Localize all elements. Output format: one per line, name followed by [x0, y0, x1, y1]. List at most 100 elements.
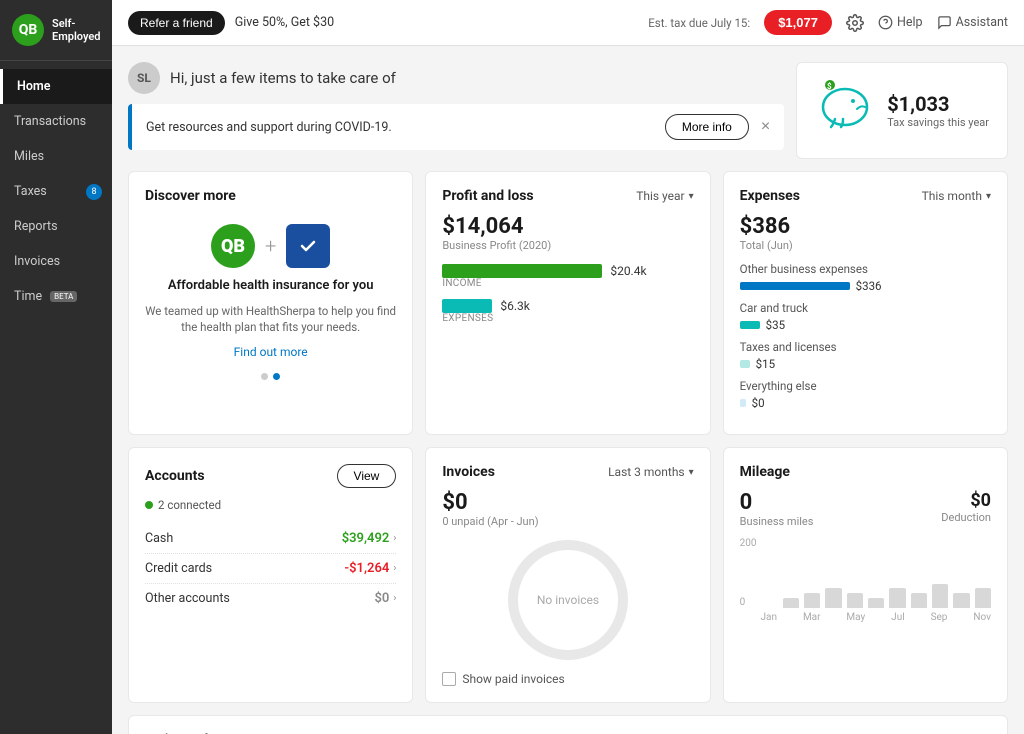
sidebar-item-label: Home [17, 79, 51, 94]
brand-name: Self-Employed [52, 17, 100, 43]
expenses-bar-value: $6.3k [500, 299, 529, 313]
find-out-more-link[interactable]: Find out more [234, 345, 308, 359]
settings-button[interactable] [846, 14, 864, 32]
mileage-card: Mileage 0 Business miles $0 Deduction [723, 447, 1008, 703]
chart-bar-9 [953, 593, 969, 608]
promo-text: Give 50%, Get $30 [235, 15, 334, 30]
income-label: INCOME [442, 278, 693, 289]
arrow-icon-credit: › [393, 563, 396, 574]
discover-content: QB + Affordable health insurance for you… [145, 214, 396, 390]
chart-x-labels: Jan Mar May Jul Sep Nov [761, 612, 991, 623]
chart-bar-7 [911, 593, 927, 608]
chart-bar-2 [804, 593, 820, 608]
chevron-down-icon: ▾ [689, 191, 694, 202]
tax-savings-info: $1,033 Tax savings this year [887, 92, 989, 129]
sidebar-item-label: Time [14, 289, 42, 304]
miles-info: 0 Business miles [740, 490, 814, 528]
deduction-label: Deduction [941, 511, 991, 524]
dot-2 [273, 373, 280, 380]
account-value-cash: $39,492 [342, 531, 390, 546]
account-name-credit: Credit cards [145, 561, 212, 576]
arrow-icon-other: › [393, 593, 396, 604]
alert-close-button[interactable]: × [761, 118, 770, 136]
connected-label: 2 connected [145, 498, 396, 512]
beta-badge: BETA [50, 291, 77, 302]
mileage-top: 0 Business miles $0 Deduction [740, 490, 991, 528]
chart-label-mar: Mar [803, 612, 821, 623]
alert-banner: Get resources and support during COVID-1… [128, 104, 784, 150]
profit-loss-card: Profit and loss This year ▾ $14,064 Busi… [425, 171, 710, 435]
more-info-button[interactable]: More info [665, 114, 749, 140]
expense-bar-wrap-4: $0 [740, 396, 991, 410]
chart-bar-6 [889, 588, 905, 608]
expenses-bar-wrap: $6.3k [442, 299, 693, 313]
expense-bar-2 [740, 321, 760, 329]
expenses-title: Expenses [740, 188, 800, 204]
avatar: SL [128, 62, 160, 94]
discover-card-title: Affordable health insurance for you [168, 278, 374, 293]
expense-value-2: $35 [766, 318, 785, 332]
alert-text: Get resources and support during COVID-1… [146, 120, 653, 135]
mileage-title: Mileage [740, 464, 790, 480]
expenses-period[interactable]: This month ▾ [922, 189, 991, 203]
chart-label-nov: Nov [973, 612, 991, 623]
profit-loss-period[interactable]: This year ▾ [636, 189, 693, 203]
sidebar-item-reports[interactable]: Reports [0, 209, 112, 244]
show-paid-checkbox[interactable] [442, 672, 456, 686]
sidebar-item-time[interactable]: Time BETA [0, 279, 112, 314]
sidebar-item-taxes[interactable]: Taxes 8 [0, 174, 112, 209]
expenses-card-header: Expenses This month ▾ [740, 188, 991, 204]
sidebar-item-home[interactable]: Home [0, 69, 112, 104]
invoices-card: Invoices Last 3 months ▾ $0 0 unpaid (Ap… [425, 447, 710, 703]
expense-row-4: Everything else $0 [740, 379, 991, 410]
discover-card: Discover more QB + Affordable health [128, 171, 413, 435]
profit-loss-amount: $14,064 [442, 214, 693, 239]
account-name-other: Other accounts [145, 591, 230, 606]
chart-bars-area: Jan Mar May Jul Sep Nov [761, 538, 991, 623]
expense-label-2: Car and truck [740, 301, 991, 315]
sidebar-item-transactions[interactable]: Transactions [0, 104, 112, 139]
tax-savings-label: Tax savings this year [887, 116, 989, 129]
healthsherpa-logo [286, 224, 330, 268]
mileage-chart: 200 0 [740, 538, 991, 623]
tax-amount-button[interactable]: $1,077 [764, 10, 832, 35]
expenses-bar-label: EXPENSES [442, 313, 693, 324]
invoices-amount: $0 [442, 490, 693, 515]
chart-y-axis: 200 0 [740, 538, 757, 608]
expenses-amount: $386 [740, 214, 991, 239]
expense-value-1: $336 [856, 279, 882, 293]
miles-label: Business miles [740, 515, 814, 528]
sidebar-item-label: Taxes [14, 184, 47, 199]
miles-value: 0 [740, 490, 814, 515]
profit-loss-header: Profit and loss This year ▾ [442, 188, 693, 204]
top-section: SL Hi, just a few items to take care of … [128, 62, 1008, 159]
accounts-card: Accounts View 2 connected Cash $39,492 ›… [128, 447, 413, 703]
topbar: Refer a friend Give 50%, Get $30 Est. ta… [112, 0, 1024, 46]
invoices-period[interactable]: Last 3 months ▾ [608, 465, 694, 479]
expense-value-4: $0 [752, 396, 765, 410]
profit-loss-title: Profit and loss [442, 188, 533, 204]
assistant-link[interactable]: Assistant [937, 15, 1008, 30]
account-row-credit: Credit cards -$1,264 › [145, 554, 396, 584]
sidebar-item-label: Miles [14, 149, 44, 164]
sidebar: QB Self-Employed Home Transactions Miles… [0, 0, 112, 734]
help-link[interactable]: Help [878, 15, 923, 30]
sidebar-item-invoices[interactable]: Invoices [0, 244, 112, 279]
taxes-badge: 8 [86, 184, 102, 200]
chevron-down-icon: ▾ [689, 467, 694, 478]
mileage-header: Mileage [740, 464, 991, 480]
sidebar-item-label: Invoices [14, 254, 60, 269]
sidebar-item-label: Transactions [14, 114, 86, 129]
bar-chart [783, 538, 991, 608]
main-content: Refer a friend Give 50%, Get $30 Est. ta… [112, 0, 1024, 734]
sidebar-item-miles[interactable]: Miles [0, 139, 112, 174]
expense-bar-1 [740, 282, 850, 290]
plus-sign: + [265, 234, 276, 258]
account-value-other: $0 [374, 591, 389, 606]
refer-button[interactable]: Refer a friend [128, 11, 225, 35]
show-paid-label: Show paid invoices [462, 672, 564, 686]
accounts-view-button[interactable]: View [337, 464, 397, 488]
chart-label-may: May [846, 612, 865, 623]
expense-bar-4 [740, 399, 746, 407]
est-tax-label: Est. tax due July 15: [648, 16, 750, 30]
